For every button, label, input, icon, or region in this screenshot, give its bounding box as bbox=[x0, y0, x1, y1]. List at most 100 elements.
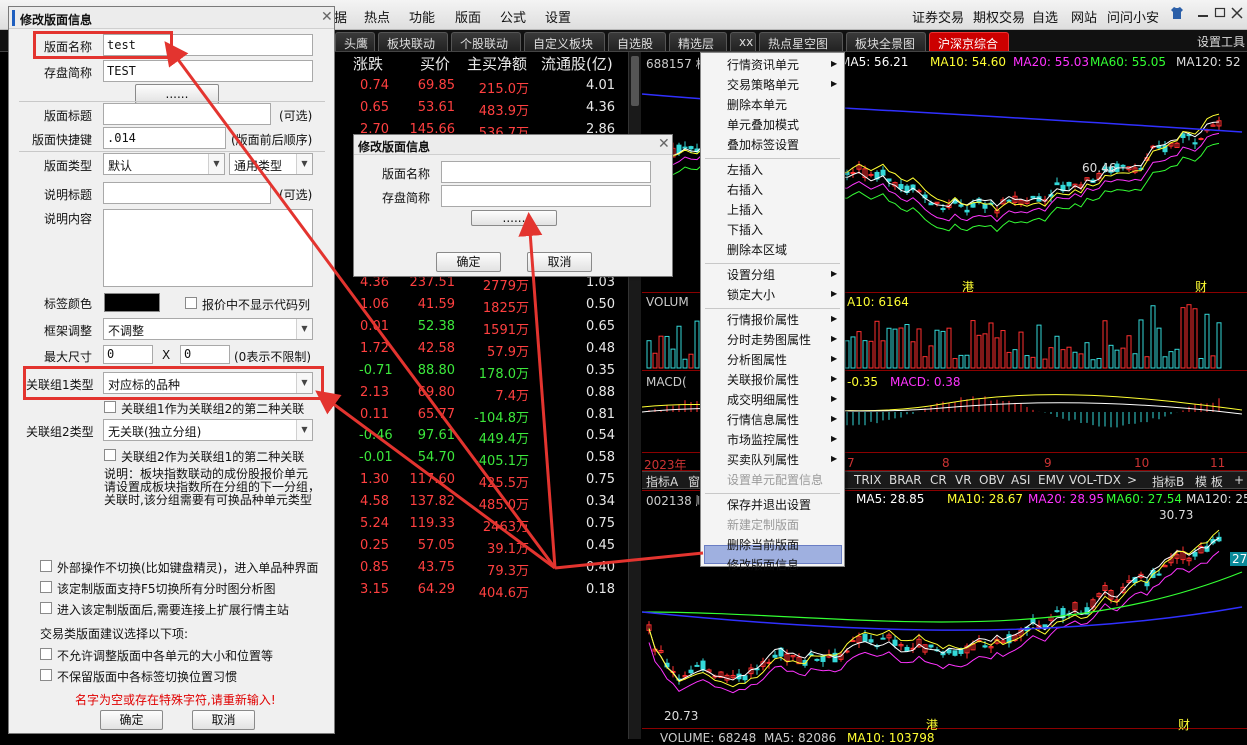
quote-cell-chg[interactable]: 0.25 bbox=[359, 538, 389, 553]
context-menu-item[interactable]: 上插入 bbox=[727, 201, 763, 218]
quote-cell-price[interactable]: 52.38 bbox=[401, 319, 455, 334]
indicator-tab-asi[interactable]: ASI bbox=[1011, 473, 1030, 487]
quote-cell-chg[interactable]: 1.06 bbox=[359, 297, 389, 312]
quote-cell-net[interactable]: 57.9万 bbox=[467, 341, 529, 360]
dialog-title-bar[interactable]: 修改版面信息 ✕ bbox=[9, 7, 334, 29]
quote-cell-float[interactable]: 0.18 bbox=[555, 582, 615, 597]
restore-icon[interactable] bbox=[1214, 5, 1226, 23]
context-menu-item[interactable]: 下插入 bbox=[727, 221, 763, 238]
tab-stock-link[interactable]: 个股联动 bbox=[451, 32, 521, 51]
indicator-tab-b[interactable]: 指标B bbox=[1152, 473, 1184, 490]
quote-cell-chg[interactable]: 0.85 bbox=[359, 560, 389, 575]
quote-cell-float[interactable]: 0.81 bbox=[555, 407, 615, 422]
quote-cell-chg[interactable]: 0.01 bbox=[359, 319, 389, 334]
indicator-tab-cr[interactable]: CR bbox=[930, 473, 947, 487]
quote-cell-float[interactable]: 0.58 bbox=[555, 450, 615, 465]
quote-cell-float[interactable]: 0.65 bbox=[555, 319, 615, 334]
tab-xx[interactable]: xx bbox=[730, 32, 756, 51]
context-menu-item[interactable]: 叠加标签设置 bbox=[727, 136, 799, 153]
quote-cell-price[interactable]: 237.51 bbox=[401, 275, 456, 290]
context-menu-item[interactable]: 设置分组 bbox=[727, 266, 775, 283]
context-menu-item[interactable]: 交易策略单元 bbox=[727, 76, 799, 93]
quote-cell-net[interactable]: 1825万 bbox=[467, 297, 529, 316]
column-header-bid[interactable]: 买价 bbox=[420, 53, 450, 74]
quote-cell-price[interactable]: 69.85 bbox=[401, 78, 455, 93]
quote-cell-price[interactable]: 57.05 bbox=[401, 538, 455, 553]
context-menu-item[interactable]: 分析图属性 bbox=[727, 351, 787, 368]
quote-cell-price[interactable]: 137.82 bbox=[401, 494, 456, 509]
indicator-tab-trix[interactable]: TRIX bbox=[854, 473, 881, 487]
dialog2-close-icon[interactable]: ✕ bbox=[658, 136, 670, 152]
context-menu-item[interactable]: 锁定大小 bbox=[727, 286, 775, 303]
indicator-tab-add[interactable]: + bbox=[1234, 473, 1244, 487]
quote-cell-chg[interactable]: 0.11 bbox=[359, 407, 389, 422]
quote-cell-net[interactable]: 39.1万 bbox=[467, 538, 529, 557]
quote-cell-float[interactable]: 4.01 bbox=[555, 78, 615, 93]
quote-cell-chg[interactable]: 4.36 bbox=[359, 275, 389, 290]
layout-title-input[interactable] bbox=[103, 103, 271, 125]
quote-cell-price[interactable]: 64.29 bbox=[401, 582, 455, 597]
context-menu-item[interactable]: 分时走势图属性 bbox=[727, 331, 811, 348]
indicator-tab-more[interactable]: > bbox=[1127, 473, 1137, 487]
chevron-down-icon[interactable]: ▼ bbox=[208, 154, 224, 174]
menu-item-formula[interactable]: 公式 bbox=[500, 7, 526, 26]
quote-cell-float[interactable]: 4.36 bbox=[555, 100, 615, 115]
context-menu-item[interactable]: 保存并退出设置 bbox=[727, 496, 811, 513]
context-menu-item[interactable]: 成交明细属性 bbox=[727, 391, 799, 408]
context-menu-item[interactable]: 删除本区域 bbox=[727, 241, 787, 258]
quote-cell-price[interactable]: 43.75 bbox=[401, 560, 455, 575]
chevron-down-icon[interactable]: ▼ bbox=[296, 154, 312, 174]
quote-cell-price[interactable]: 119.33 bbox=[401, 516, 456, 531]
quote-cell-chg[interactable]: 1.72 bbox=[359, 341, 389, 356]
opt-no-resize-checkbox[interactable] bbox=[40, 648, 52, 660]
quote-cell-float[interactable]: 0.35 bbox=[555, 363, 615, 378]
shirt-icon[interactable] bbox=[1170, 6, 1184, 24]
indicator-tab-a[interactable]: 指标A bbox=[646, 473, 678, 490]
tab-watchlist[interactable]: 自选股 bbox=[608, 32, 666, 51]
tab-sector-panorama[interactable]: 板块全景图 bbox=[846, 32, 926, 51]
tab-sector-link[interactable]: 板块联动 bbox=[378, 32, 448, 51]
tab-custom-sector[interactable]: 自定义板块 bbox=[524, 32, 605, 51]
menu-item-website[interactable]: 网站 bbox=[1071, 7, 1097, 26]
indicator-tab-brar[interactable]: BRAR bbox=[889, 473, 922, 487]
context-menu-item[interactable]: 行情信息属性 bbox=[727, 411, 799, 428]
quote-cell-float[interactable]: 0.88 bbox=[555, 385, 615, 400]
max-height-input[interactable]: 0 bbox=[180, 345, 230, 364]
group1-as-second-checkbox[interactable] bbox=[104, 401, 116, 413]
quote-cell-price[interactable]: 65.77 bbox=[401, 407, 455, 422]
context-menu-item[interactable]: 右插入 bbox=[727, 181, 763, 198]
menu-item-data[interactable]: 据 bbox=[334, 7, 347, 26]
context-menu-item[interactable]: 关联报价属性 bbox=[727, 371, 799, 388]
quote-cell-net[interactable]: -104.8万 bbox=[467, 407, 529, 426]
quote-cell-net[interactable]: 485.0万 bbox=[467, 494, 529, 513]
quote-cell-net[interactable]: 178.0万 bbox=[467, 363, 529, 382]
quote-cell-price[interactable]: 88.80 bbox=[401, 363, 455, 378]
quote-cell-net[interactable]: 215.0万 bbox=[467, 78, 529, 97]
context-menu-item[interactable]: 左插入 bbox=[727, 161, 763, 178]
context-menu-item[interactable]: 买卖队列属性 bbox=[727, 451, 799, 468]
quote-cell-price[interactable]: 117.60 bbox=[401, 472, 456, 487]
quote-cell-chg[interactable]: 0.74 bbox=[359, 78, 389, 93]
minimize-icon[interactable] bbox=[1197, 5, 1209, 23]
quote-cell-price[interactable]: 69.80 bbox=[401, 385, 455, 400]
desc-content-textarea[interactable] bbox=[103, 209, 313, 287]
quote-cell-float[interactable]: 0.40 bbox=[555, 560, 615, 575]
layout-hotkey-input[interactable]: .014 bbox=[103, 127, 226, 149]
tab-selected-layer[interactable]: 精选层 bbox=[669, 32, 727, 51]
quote-cell-float[interactable]: 1.03 bbox=[555, 275, 615, 290]
menu-item-stock-trade[interactable]: 证券交易 bbox=[912, 7, 964, 26]
indicator-tab-template[interactable]: 模 板 bbox=[1195, 473, 1223, 490]
tab-eagle[interactable]: 头鹰 bbox=[335, 32, 375, 51]
quote-cell-net[interactable]: 425.5万 bbox=[467, 472, 529, 491]
quote-cell-chg[interactable]: 1.30 bbox=[359, 472, 389, 487]
opt-no-switch-checkbox[interactable] bbox=[40, 560, 52, 572]
opt-f5-checkbox[interactable] bbox=[40, 581, 52, 593]
quote-cell-float[interactable]: 0.75 bbox=[555, 472, 615, 487]
context-menu-item[interactable]: 删除当前版面 bbox=[727, 536, 799, 553]
tab-shsz-composite[interactable]: 沪深京综合 bbox=[929, 32, 1009, 51]
quote-cell-price[interactable]: 54.70 bbox=[401, 450, 455, 465]
quote-cell-chg[interactable]: 0.65 bbox=[359, 100, 389, 115]
desc-title-input[interactable] bbox=[103, 182, 271, 204]
quote-cell-price[interactable]: 97.61 bbox=[401, 428, 455, 443]
context-menu-item[interactable]: 修改版面信息 bbox=[727, 556, 799, 573]
